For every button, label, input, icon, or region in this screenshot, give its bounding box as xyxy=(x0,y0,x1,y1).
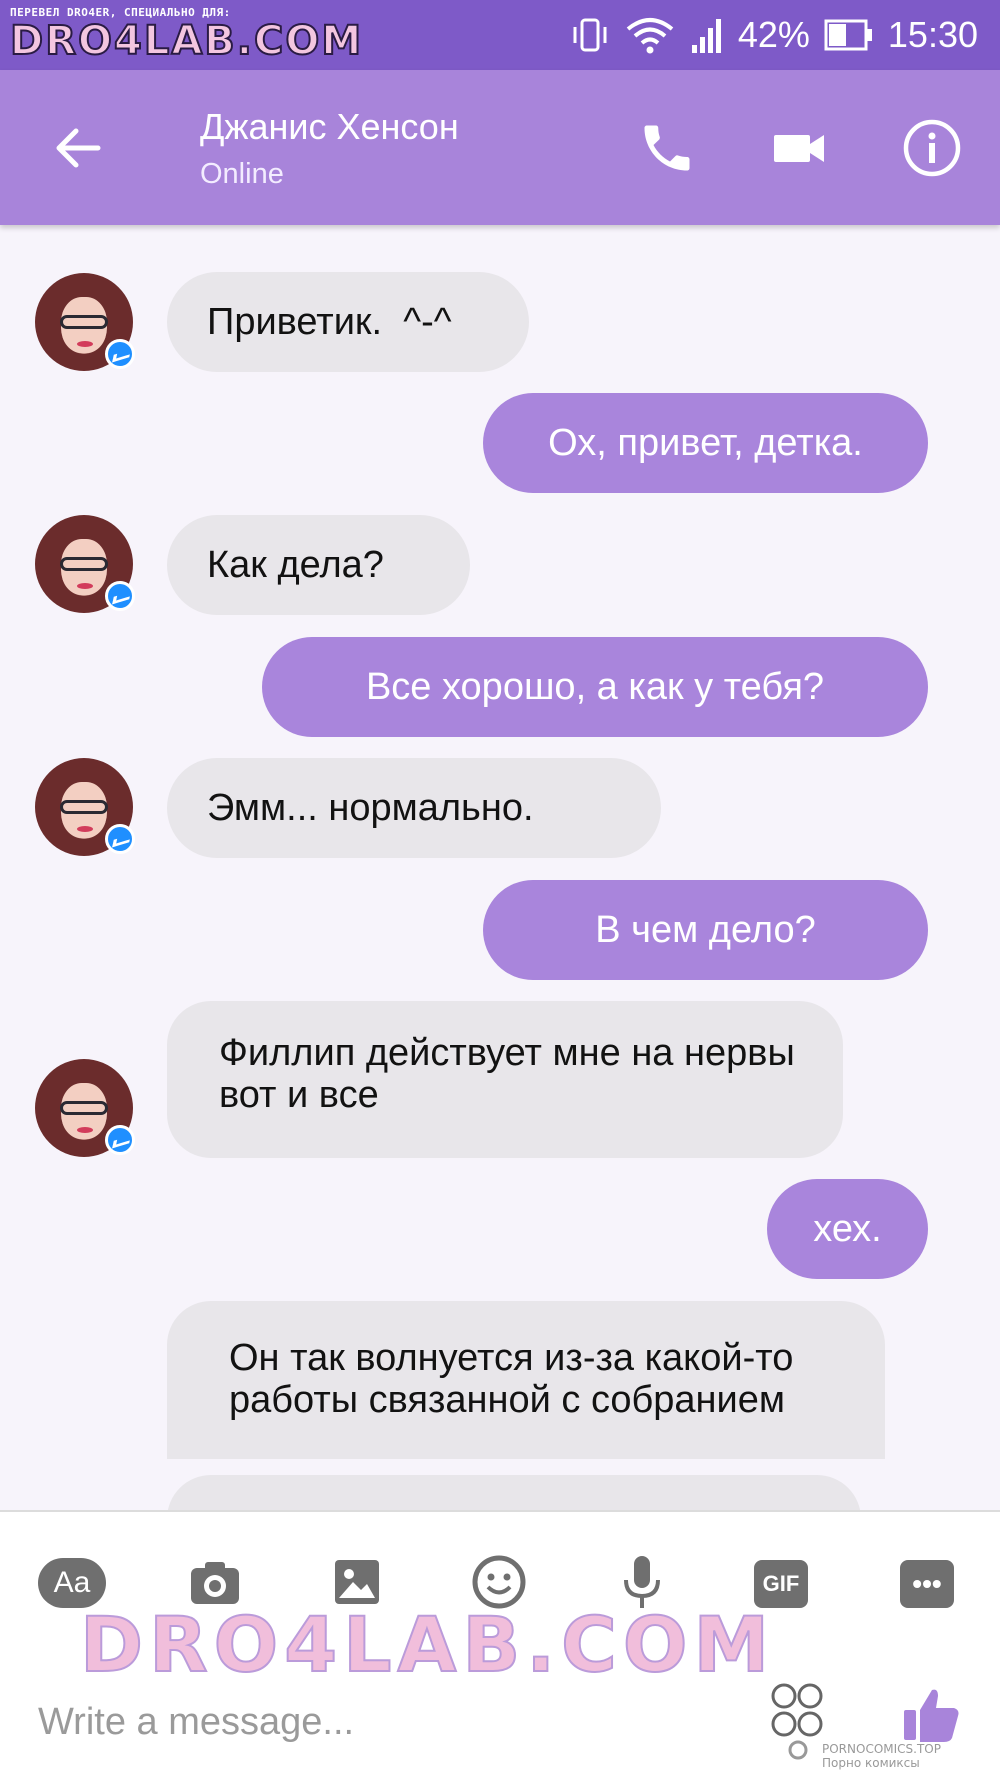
status-bar: ПЕРЕВЕЛ DRO4ER, СПЕЦИАЛЬНО ДЛЯ: DRO4LAB.… xyxy=(0,0,1000,70)
more-options-button[interactable]: ••• xyxy=(900,1560,954,1608)
vibrate-icon xyxy=(570,15,610,55)
contact-name[interactable]: Джанис Хенсон xyxy=(200,106,459,148)
chat-header: Джанис Хенсон Online xyxy=(0,70,1000,225)
message-bubble-incoming[interactable]: Как дела? xyxy=(167,515,470,615)
messenger-badge-icon xyxy=(105,824,135,854)
message-input[interactable] xyxy=(38,1687,758,1757)
message-text: хех. xyxy=(813,1208,882,1250)
message-text: Приветик. ^-^ xyxy=(207,301,452,343)
status-indicators: 42% 15:30 xyxy=(570,0,978,70)
contact-avatar[interactable] xyxy=(35,273,135,371)
messenger-badge-icon xyxy=(105,339,135,369)
video-icon[interactable] xyxy=(770,118,830,178)
watermark-logo-bottom: DRO4LAB.COM xyxy=(79,1599,776,1690)
contact-status: Online xyxy=(200,158,284,190)
emoji-picker-icon[interactable] xyxy=(770,1680,826,1760)
message-text: В чем дело? xyxy=(595,909,816,951)
battery-percent: 42% xyxy=(737,14,810,55)
message-bubble-outgoing[interactable]: Ох, привет, детка. xyxy=(483,393,928,493)
message-bubble-outgoing[interactable]: хех. xyxy=(767,1179,928,1279)
watermark-logo-text: DRO4LAB.COM xyxy=(9,18,364,64)
message-bubble-incoming[interactable]: Эмм... нормально. xyxy=(167,758,661,858)
message-text: Он так волнуется из-за какой-то работы с… xyxy=(229,1337,794,1421)
thumbs-up-icon[interactable] xyxy=(900,1684,962,1746)
site-watermark: PORNOCOMICS.TOP Порно комиксы xyxy=(822,1742,941,1770)
phone-icon[interactable] xyxy=(637,118,697,178)
contact-avatar[interactable] xyxy=(35,758,135,856)
site-watermark-line1: PORNOCOMICS.TOP xyxy=(822,1742,941,1756)
info-icon[interactable] xyxy=(902,118,962,178)
message-bubble-outgoing[interactable]: Все хорошо, а как у тебя? xyxy=(262,637,928,737)
message-list[interactable]: Приветик. ^-^ Ох, привет, детка. Как дел… xyxy=(0,225,1000,1510)
battery-icon xyxy=(824,18,874,52)
messenger-badge-icon xyxy=(105,1125,135,1155)
messenger-badge-icon xyxy=(105,581,135,611)
message-text: Все хорошо, а как у тебя? xyxy=(365,666,825,708)
message-text: Эмм... нормально. xyxy=(207,787,534,829)
site-watermark-line2: Порно комиксы xyxy=(822,1756,920,1770)
watermark-logo-top: ПЕРЕВЕЛ DRO4ER, СПЕЦИАЛЬНО ДЛЯ: DRO4LAB.… xyxy=(9,6,420,64)
message-text: Как дела? xyxy=(207,544,384,586)
contact-avatar[interactable] xyxy=(35,1059,135,1157)
message-composer: Aa GIF ••• DRO4LAB.COM PORNOCOMICS.TOP П… xyxy=(0,1510,1000,1778)
message-text: Филлип действует мне на нервы вот и все xyxy=(219,1032,795,1116)
clock: 15:30 xyxy=(887,14,978,55)
message-bubble-incoming[interactable]: Приветик. ^-^ xyxy=(167,272,529,372)
message-bubble-outgoing[interactable]: В чем дело? xyxy=(483,880,928,980)
message-text: Ох, привет, детка. xyxy=(548,422,863,464)
back-arrow-icon[interactable] xyxy=(50,120,106,176)
wifi-icon xyxy=(624,15,676,55)
message-bubble-incoming-partial[interactable] xyxy=(167,1475,861,1510)
message-bubble-incoming[interactable]: Филлип действует мне на нервы вот и все xyxy=(167,1001,843,1158)
message-bubble-incoming[interactable]: Он так волнуется из-за какой-то работы с… xyxy=(167,1301,885,1459)
contact-avatar[interactable] xyxy=(35,515,135,613)
signal-icon xyxy=(690,15,724,55)
